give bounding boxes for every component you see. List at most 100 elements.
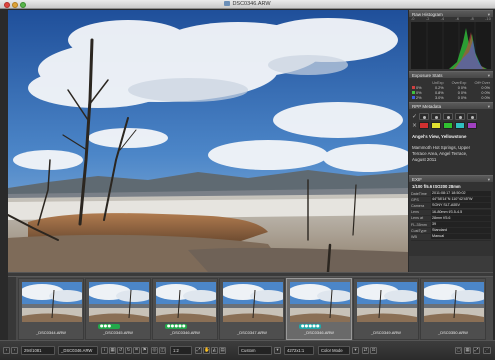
title-bar[interactable]: DSC0346.ARW	[0, 0, 495, 9]
filmstrip-thumbnail[interactable]: ●●● _DSC0345.ARW	[85, 278, 151, 340]
rating-button[interactable]	[443, 113, 453, 120]
exif-value: 39	[431, 222, 491, 228]
rotate-left-icon[interactable]: ↺	[117, 347, 124, 354]
hand-icon[interactable]: ✋	[203, 347, 210, 354]
green-label-button[interactable]	[443, 122, 453, 129]
caption-line[interactable]: Mammoth Hot Springs, Upper	[412, 145, 470, 150]
exif-summary: 1/100 f/5.6 ISO200 28mm	[412, 184, 461, 189]
exif-header[interactable]: EXIF ▾	[409, 175, 493, 182]
filmstrip-thumbnail[interactable]: _DSC0350.ARW	[420, 278, 486, 340]
fit-icon[interactable]: ⤢	[195, 347, 202, 354]
fullscreen-icon[interactable]: ⤢	[473, 347, 480, 354]
caption-line[interactable]: Terrace Area, Angel Terrace,	[412, 151, 467, 156]
zoom-field[interactable]: 1:2	[170, 346, 192, 355]
filmstrip-thumbnail[interactable]: ●●●●● _DSC0346.ARW	[286, 278, 352, 340]
red-swatch-icon	[412, 85, 415, 89]
thumbnail-image	[156, 282, 216, 322]
cyan-label-button[interactable]	[455, 122, 465, 129]
filmstrip[interactable]: _DSC0344.ARW ●●● _DSC0345.ARW ●●●●● _DSC0346…	[8, 276, 493, 341]
caption-title[interactable]: Angel's View, Yellowstone	[412, 134, 466, 139]
info-icon[interactable]: i	[101, 347, 108, 354]
sync-icon[interactable]: ⇄	[362, 347, 369, 354]
next-icon[interactable]: ›	[11, 347, 18, 354]
thumbnail-filename: _DSC0349.ARW	[371, 330, 401, 335]
exposure-table: UnExp OverExp Off+Over 0% 0.2% 0 0% 0 0%…	[411, 80, 491, 100]
color-label-buttons: ×	[412, 122, 477, 129]
grid-icon[interactable]: ▦	[109, 347, 116, 354]
exposure-cell: 0 0%	[481, 95, 490, 100]
document-icon	[224, 1, 231, 6]
rating-badge: ●●●	[98, 323, 120, 329]
color-mode-select[interactable]: Color Mode	[318, 346, 350, 355]
window-title-text: DSC0346.ARW	[232, 1, 271, 7]
rating-button[interactable]	[467, 113, 477, 120]
rating-button[interactable]	[419, 113, 429, 120]
exif-key: FL-35mm	[411, 222, 427, 227]
metadata-header[interactable]: RPP Metadata ▾	[409, 102, 493, 109]
image-counter: 294/1081	[21, 346, 55, 355]
yellow-label-button[interactable]	[431, 122, 441, 129]
dropdown-chevron-icon[interactable]: ▾	[352, 347, 359, 354]
caption-line[interactable]: August 2011	[412, 157, 436, 162]
rotate-right-icon[interactable]: ↻	[125, 347, 132, 354]
exif-value: 44°58'14"N 110°42'45"W	[431, 197, 491, 203]
histogram-section: -0 -2 -4 -6 -8 -10	[409, 17, 493, 71]
exif-key: CustType	[411, 228, 427, 233]
main-photo	[8, 10, 408, 272]
exif-key: Lens at	[411, 216, 424, 221]
image-viewer[interactable]	[8, 10, 408, 272]
resize-grip-icon[interactable]: ⋰	[483, 347, 491, 354]
flag-icon[interactable]: ⚑	[141, 347, 148, 354]
single-view-icon[interactable]: ▢	[455, 347, 462, 354]
exif-key: DateTime	[411, 191, 427, 196]
histogram-toggle-icon[interactable]: ▤	[219, 347, 226, 354]
filmstrip-thumbnail[interactable]: _DSC0347.ARW	[219, 278, 285, 340]
exif-value: SONY SLT-A55V	[431, 203, 491, 209]
purple-label-button[interactable]	[467, 122, 477, 129]
crop-preset-select[interactable]: Custom	[238, 346, 272, 355]
channel-value: 0%	[416, 90, 422, 95]
mark-icon[interactable]: ⊡	[370, 347, 377, 354]
grid-view-icon[interactable]: ▦	[464, 347, 471, 354]
thumbnail-image	[424, 282, 484, 322]
rating-badge: ●●●●●	[165, 323, 187, 329]
thumbnail-filename: _DSC0346.ARW	[170, 330, 200, 335]
inspector-panel: Raw Histogram ▾ -0 -2 -4 -6 -8 -10 Expos…	[409, 10, 493, 272]
size-field[interactable]: 4272x1:1	[284, 346, 314, 355]
filmstrip-handle[interactable]	[8, 277, 16, 341]
exif-value: 16-80mm f/3.5-4.5	[431, 209, 491, 215]
filmstrip-thumbnail[interactable]: _DSC0349.ARW	[353, 278, 419, 340]
status-bar: ‹ › 294/1081 _DSC0346.ARW i ▦ ↺ ↻ ⌗ ⚑ ◎ …	[0, 340, 495, 360]
exposure-cell: 0 0%	[457, 95, 467, 100]
histogram-header[interactable]: Raw Histogram ▾	[409, 10, 493, 17]
crop-icon[interactable]: ⌗	[133, 347, 140, 354]
red-label-button[interactable]	[419, 122, 429, 129]
metadata-section: ✓ × Angel's View, Yellowstone Mammoth Ho…	[409, 109, 493, 175]
filmstrip-thumbnail[interactable]: ●●●●● _DSC0346.ARW	[152, 278, 218, 340]
channel-cell: 2%	[411, 95, 427, 100]
filmstrip-thumbnail[interactable]: _DSC0344.ARW	[18, 278, 84, 340]
exif-key: Lens	[411, 210, 419, 215]
thumbnail-image	[22, 282, 82, 322]
rating-button[interactable]	[455, 113, 465, 120]
rating-button[interactable]	[431, 113, 441, 120]
thumbnail-image	[223, 282, 283, 322]
exif-value: Standard	[431, 228, 491, 234]
thumbnail-filename: _DSC0344.ARW	[36, 330, 66, 335]
clear-rating-icon[interactable]: ✓	[412, 113, 417, 120]
thumbnail-filename: _DSC0350.ARW	[438, 330, 468, 335]
channel-value: 0%	[416, 85, 422, 90]
thumbnail-filename: _DSC0346.ARW	[304, 330, 334, 335]
exif-value: 2011:08:17 18:50:02	[431, 191, 491, 197]
previous-icon[interactable]: ‹	[3, 347, 10, 354]
clear-label-icon[interactable]: ×	[412, 122, 417, 129]
filename-field[interactable]: _DSC0346.ARW	[58, 346, 98, 355]
sharpen-icon[interactable]: ◭	[211, 347, 218, 354]
window-title: DSC0346.ARW	[0, 0, 495, 9]
dropdown-chevron-icon[interactable]: ▾	[274, 347, 281, 354]
channel-value: 2%	[416, 95, 422, 100]
exposure-header[interactable]: Exposure Stats ▾	[409, 71, 493, 78]
loupe-icon[interactable]: ◎	[151, 347, 158, 354]
compare-icon[interactable]: ◫	[159, 347, 166, 354]
exposure-section: UnExp OverExp Off+Over 0% 0.2% 0 0% 0 0%…	[409, 78, 493, 102]
